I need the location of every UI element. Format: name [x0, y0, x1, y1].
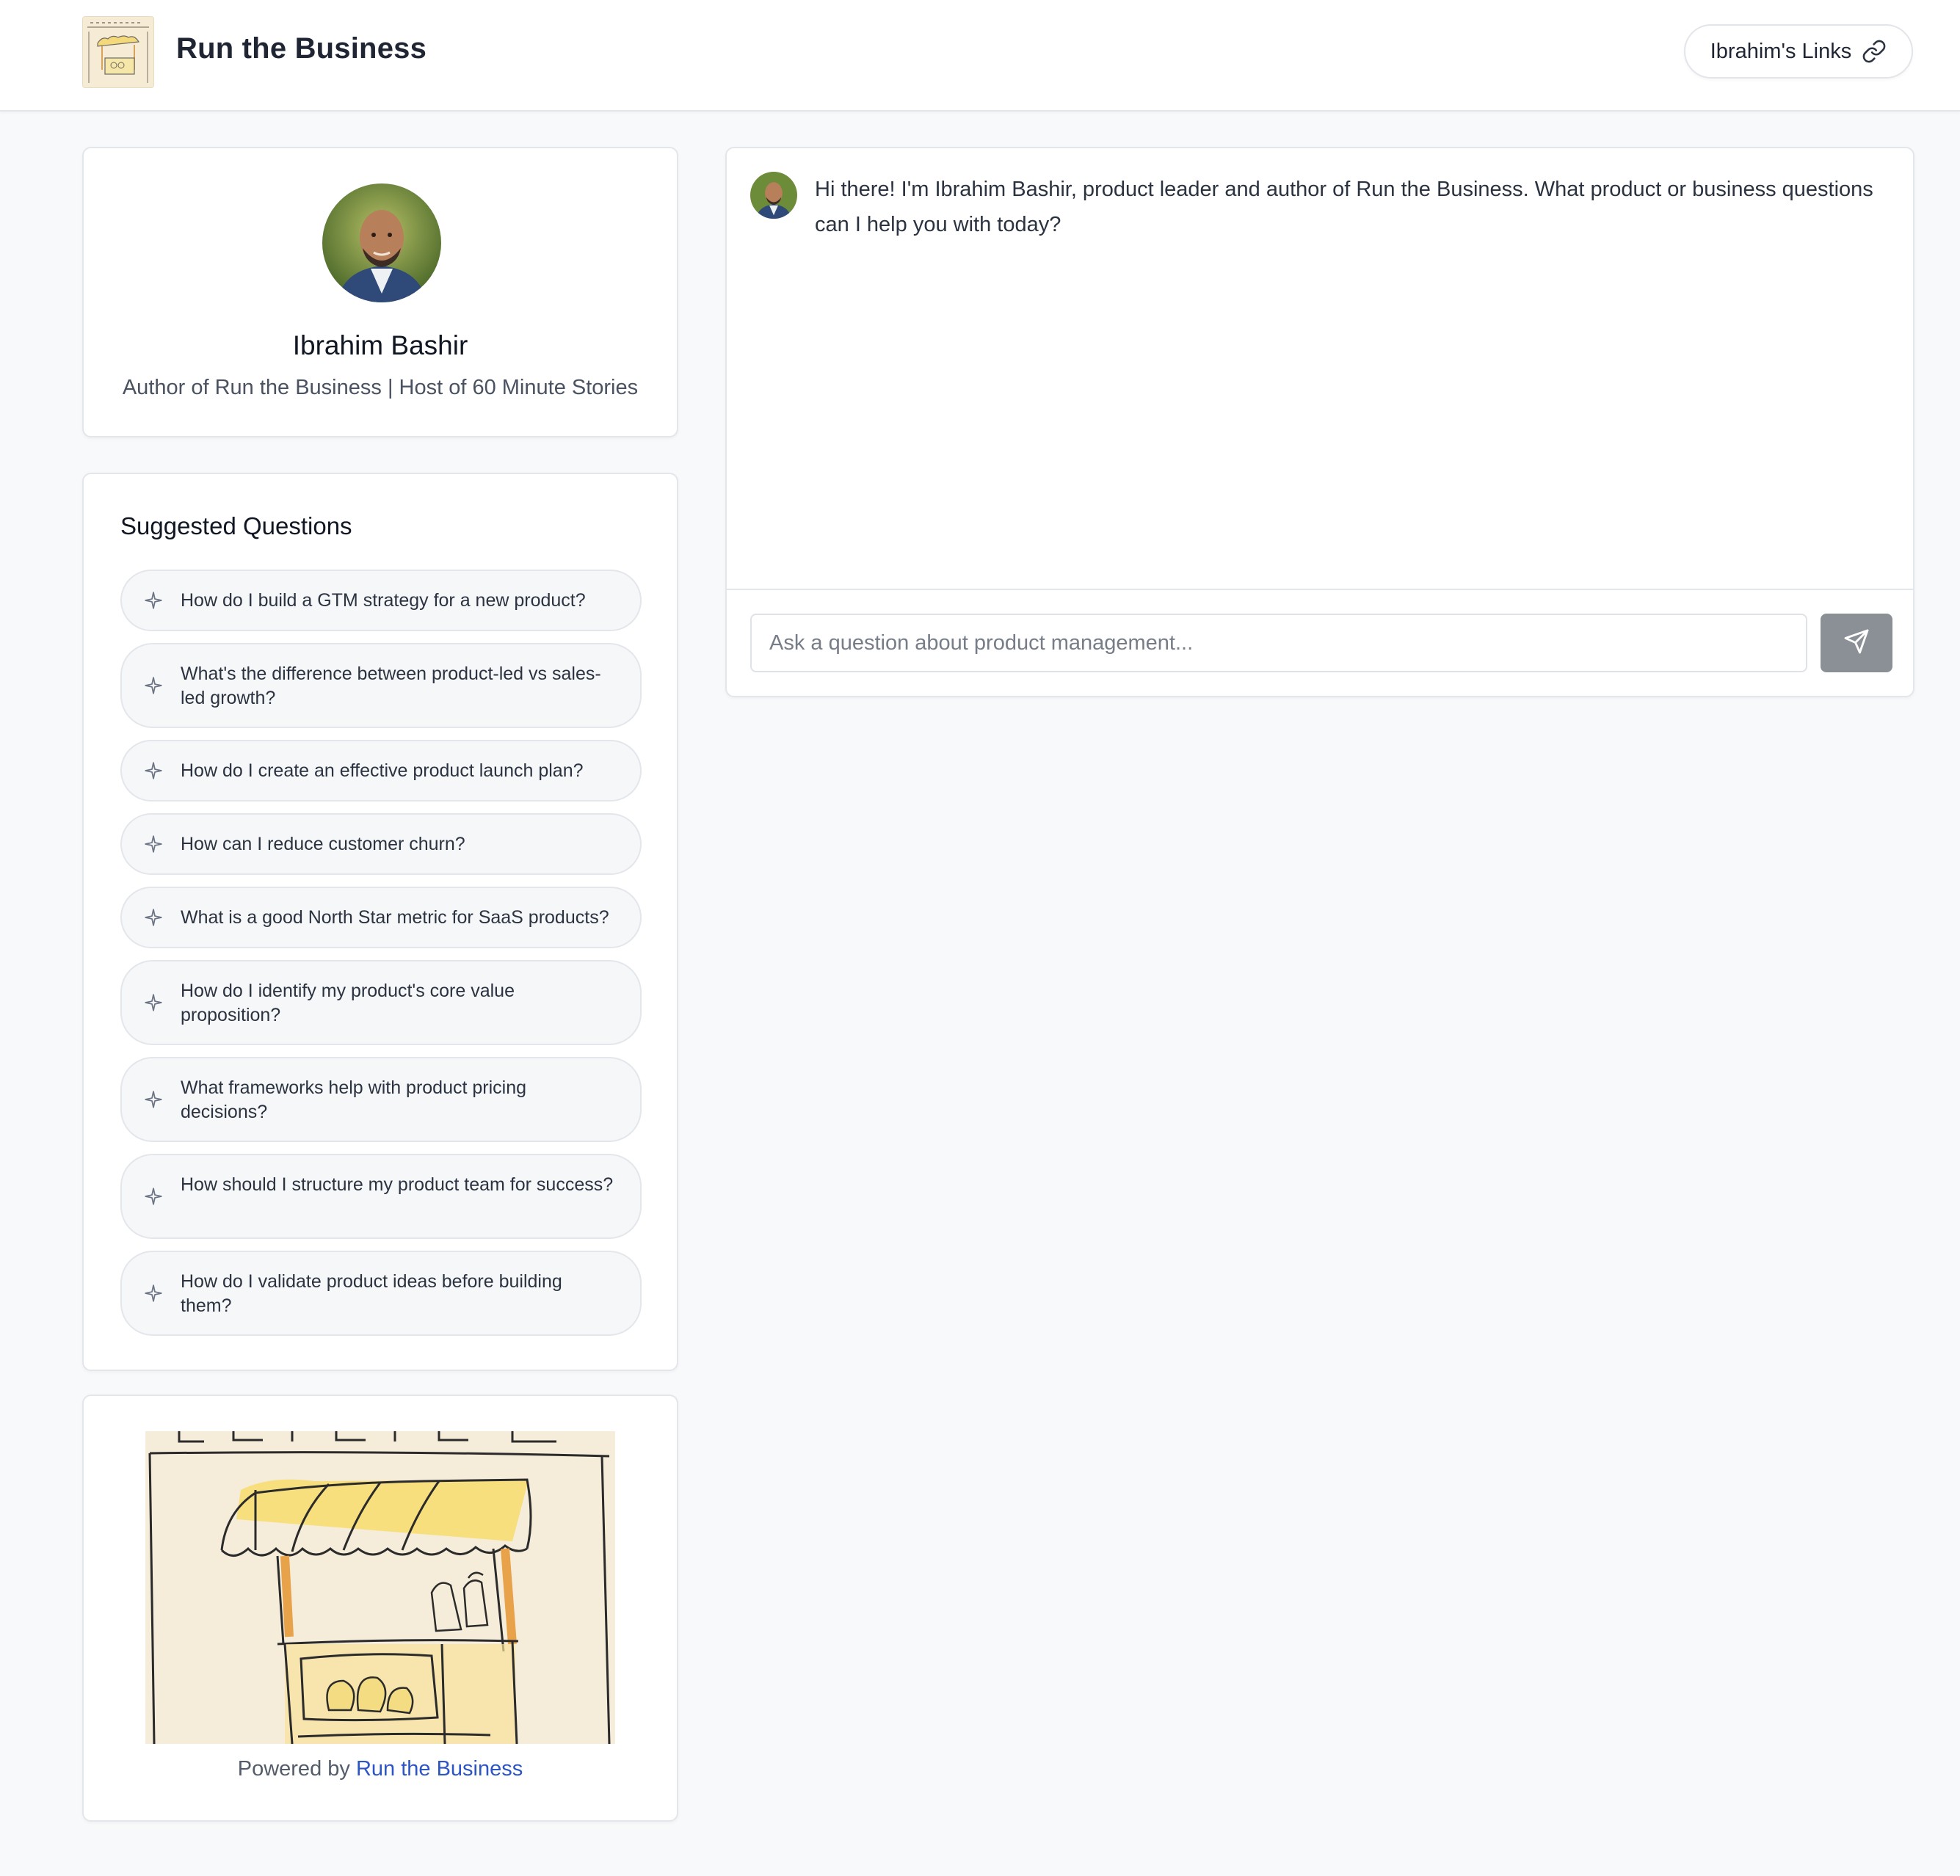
sparkle-icon: [144, 761, 163, 780]
app-title: Run the Business: [176, 32, 427, 65]
powered-by-prefix: Powered by: [237, 1757, 356, 1781]
send-button[interactable]: [1821, 614, 1892, 672]
suggested-questions-title: Suggested Questions: [120, 512, 352, 539]
suggested-questions-card: Suggested Questions How do I build a GTM…: [82, 473, 678, 1371]
sparkle-icon: [144, 676, 163, 695]
suggested-question[interactable]: How can I reduce customer churn?: [120, 813, 642, 875]
suggested-question[interactable]: What is a good North Star metric for Saa…: [120, 887, 642, 948]
suggested-question[interactable]: How do I validate product ideas before b…: [120, 1251, 642, 1336]
suggested-question[interactable]: What frameworks help with product pricin…: [120, 1057, 642, 1142]
sparkle-icon: [144, 993, 163, 1012]
links-button[interactable]: Ibrahim's Links: [1684, 24, 1913, 79]
suggested-question-text: What's the difference between product-le…: [181, 663, 601, 708]
sparkle-icon: [144, 1187, 163, 1206]
suggested-question[interactable]: How do I identify my product's core valu…: [120, 960, 642, 1045]
sparkle-icon: [144, 1284, 163, 1303]
sparkle-icon: [144, 835, 163, 854]
suggested-question-text: What frameworks help with product pricin…: [181, 1077, 527, 1122]
suggested-question-text: How should I structure my product team f…: [181, 1174, 614, 1195]
profile-name: Ibrahim Bashir: [292, 330, 468, 360]
assistant-greeting-message: Hi there! I'm Ibrahim Bashir, product le…: [815, 178, 1873, 236]
powered-by-line: Powered by Run the Business: [84, 1757, 677, 1781]
suggested-question-text: How do I build a GTM strategy for a new …: [181, 590, 586, 611]
suggested-question-text: How do I validate product ideas before b…: [181, 1271, 562, 1316]
suggested-question[interactable]: What's the difference between product-le…: [120, 643, 642, 728]
suggested-question-text: How do I create an effective product lau…: [181, 760, 584, 781]
profile-subtitle: Author of Run the Business | Host of 60 …: [122, 376, 639, 399]
send-icon: [1843, 628, 1870, 658]
lemonade-stand-drawing: [145, 1431, 615, 1744]
suggested-question-text: How can I reduce customer churn?: [181, 834, 465, 854]
profile-card: Ibrahim Bashir Author of Run the Busines…: [82, 147, 678, 437]
suggested-question-text: What is a good North Star metric for Saa…: [181, 907, 609, 928]
chat-divider: [727, 589, 1913, 590]
sparkle-icon: [144, 1090, 163, 1109]
link-icon: [1862, 39, 1887, 64]
suggested-question[interactable]: How do I build a GTM strategy for a new …: [120, 570, 642, 631]
suggested-question[interactable]: How should I structure my product team f…: [120, 1154, 642, 1239]
chat-panel: Hi there! I'm Ibrahim Bashir, product le…: [725, 147, 1914, 697]
sparkle-icon: [144, 591, 163, 610]
suggested-question-text: How do I identify my product's core valu…: [181, 981, 515, 1025]
profile-avatar: [322, 183, 441, 302]
suggested-question[interactable]: How do I create an effective product lau…: [120, 740, 642, 801]
chat-input[interactable]: [750, 614, 1807, 672]
top-header: Run the Business Ibrahim's Links: [0, 0, 1960, 112]
links-button-label: Ibrahim's Links: [1710, 39, 1852, 63]
powered-by-card: Powered by Run the Business: [82, 1395, 678, 1822]
assistant-avatar: [750, 172, 797, 219]
run-the-business-link[interactable]: Run the Business: [356, 1757, 523, 1781]
sparkle-icon: [144, 908, 163, 927]
lemonade-stand-logo[interactable]: [82, 16, 154, 88]
